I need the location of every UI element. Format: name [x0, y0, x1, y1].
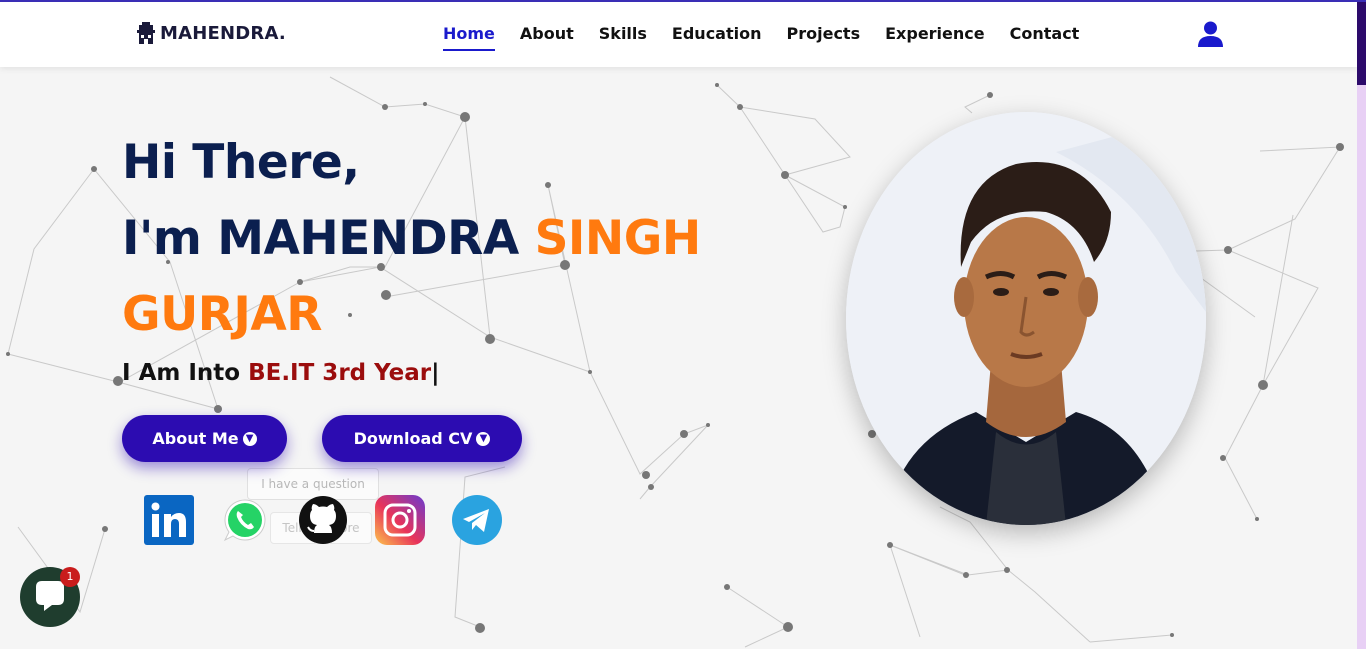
profile-photo	[846, 112, 1206, 525]
whatsapp-icon[interactable]	[222, 497, 268, 543]
typed-prefix: I Am Into	[122, 360, 249, 386]
hero-title: Hi There, I'm MAHENDRA SINGH GURJAR	[122, 125, 701, 353]
nav-item-about[interactable]: About	[520, 24, 574, 51]
brand-name: MAHENDRA.	[160, 22, 286, 44]
nav-item-education[interactable]: Education	[672, 24, 762, 51]
instagram-icon[interactable]	[375, 495, 425, 545]
hero-highlight-last: GURJAR	[122, 287, 323, 342]
hero-greeting: Hi There,	[122, 135, 360, 190]
telegram-icon[interactable]	[452, 495, 502, 545]
arrow-down-circle-icon: ▼	[242, 431, 257, 446]
nav-item-experience[interactable]: Experience	[885, 24, 985, 51]
main-nav: Home About Skills Education Projects Exp…	[443, 24, 1104, 51]
hero-highlight-first: SINGH	[534, 211, 702, 266]
github-icon[interactable]	[298, 495, 348, 545]
typed-value: BE.IT 3rd Year	[248, 360, 432, 386]
scrollbar-track[interactable]	[1357, 2, 1366, 649]
nav-item-projects[interactable]: Projects	[787, 24, 861, 51]
typed-cursor: |	[431, 360, 440, 386]
nav-item-home[interactable]: Home	[443, 24, 495, 51]
building-icon	[137, 22, 155, 44]
about-me-button[interactable]: About Me ▼	[122, 415, 287, 462]
brand-logo[interactable]: MAHENDRA.	[136, 22, 286, 44]
arrow-down-circle-icon: ▼	[476, 431, 491, 446]
site-header: MAHENDRA. Home About Skills Education Pr…	[0, 2, 1357, 67]
linkedin-icon[interactable]	[144, 495, 194, 545]
hero-intro: I'm MAHENDRA	[122, 211, 535, 266]
user-icon[interactable]	[1198, 21, 1223, 47]
nav-item-skills[interactable]: Skills	[599, 24, 647, 51]
typed-tagline: I Am Into BE.IT 3rd Year|	[122, 360, 440, 386]
download-cv-button[interactable]: Download CV ▼	[322, 415, 522, 462]
chat-notification-badge: 1	[60, 567, 80, 587]
nav-item-contact[interactable]: Contact	[1010, 24, 1080, 51]
download-cv-label: Download CV	[353, 429, 473, 448]
about-me-label: About Me	[152, 429, 239, 448]
hero-heading: Hi There, I'm MAHENDRA SINGH GURJAR	[122, 125, 701, 353]
scrollbar-thumb[interactable]	[1357, 2, 1366, 85]
